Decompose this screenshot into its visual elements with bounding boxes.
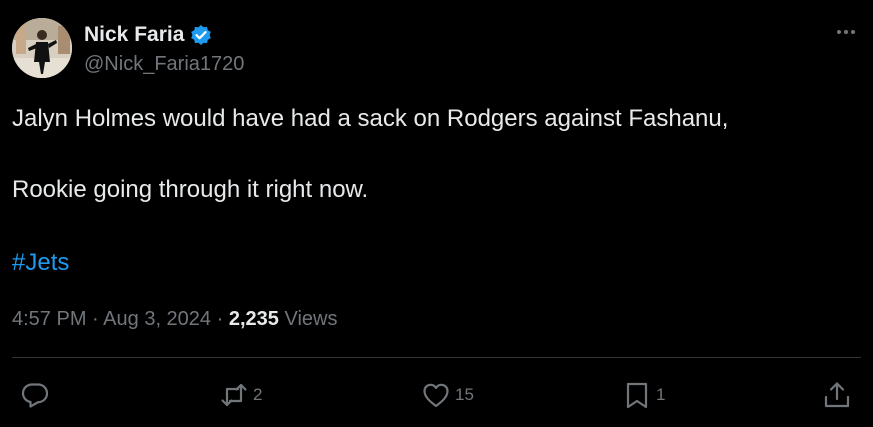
views-count: 2,235: [228, 308, 279, 330]
divider: [12, 357, 861, 358]
tweet-time[interactable]: 4:57 PM: [12, 308, 86, 330]
meta-separator: ·: [92, 308, 99, 330]
like-button[interactable]: 15: [421, 378, 474, 412]
bookmark-count: 1: [656, 385, 666, 404]
retweet-icon: [219, 380, 249, 410]
retweet-button[interactable]: 2: [219, 378, 262, 412]
heart-icon: [421, 380, 451, 410]
like-count: 15: [455, 385, 474, 404]
more-horizontal-icon[interactable]: [833, 22, 859, 42]
verified-badge-icon[interactable]: [190, 24, 212, 46]
author-display-name[interactable]: Nick Faria: [84, 22, 184, 48]
author-name-row[interactable]: Nick Faria: [84, 22, 212, 48]
bookmark-button[interactable]: 1: [622, 378, 665, 412]
tweet-date[interactable]: Aug 3, 2024: [103, 308, 211, 330]
avatar-image: [12, 18, 72, 78]
tweet-meta: 4:57 PM · Aug 3, 2024 · 2,235 Views: [12, 306, 337, 332]
meta-separator: ·: [216, 308, 224, 330]
hashtag-link[interactable]: #Jets: [12, 248, 69, 278]
reply-button[interactable]: [20, 378, 54, 412]
retweet-count: 2: [253, 385, 263, 404]
tweet-text-line: Rookie going through it right now.: [12, 176, 369, 203]
bookmark-icon: [622, 380, 652, 410]
share-button[interactable]: [822, 378, 852, 412]
avatar[interactable]: [12, 18, 72, 78]
tweet-text-line: Jalyn Holmes would have had a sack on Ro…: [12, 105, 729, 132]
share-icon: [822, 380, 852, 410]
views-label: Views: [284, 308, 338, 330]
author-handle[interactable]: @Nick_Faria1720: [84, 52, 244, 76]
reply-icon: [20, 380, 50, 410]
